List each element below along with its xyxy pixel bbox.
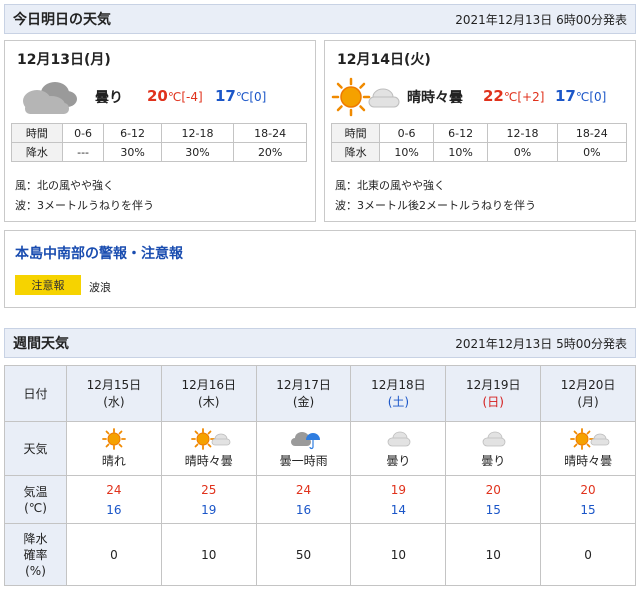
date-cell: 12月16日 (木) — [160, 365, 257, 422]
pop-cell: 0 — [540, 523, 636, 586]
today-tomorrow-issued: 2021年12月13日 6時00分発表 — [455, 12, 627, 27]
day-date: 12月13日(月) — [17, 52, 111, 68]
table-row: 降水 10% 10% 0% 0% — [330, 142, 628, 162]
cloud-icon — [387, 431, 411, 447]
table-row: 日付 12月15日 (水) 12月16日 (木) 12月17日 (金) 12月18日(… — [4, 365, 636, 422]
rain-cell: 0% — [556, 142, 628, 162]
cloud-umbrella-icon — [290, 432, 320, 450]
time-header: 時間 — [11, 123, 63, 143]
pop-cell: 0 — [66, 523, 162, 586]
rain-cell: 30% — [160, 142, 235, 162]
rain-cell: 0% — [487, 142, 558, 162]
date-cell: 12月17日 (金) — [255, 365, 352, 422]
time-cell: 0-6 — [379, 123, 434, 143]
time-cell: 12-18 — [487, 123, 558, 143]
date-row-header: 日付 — [4, 365, 67, 422]
weather-cell: 曇り — [445, 421, 542, 476]
rain-cell: 10% — [379, 142, 434, 162]
table-row: 降水 --- 30% 30% 20% — [11, 142, 307, 162]
weekly-issued: 2021年12月13日 5時00分発表 — [455, 336, 627, 351]
pop-cell: 10 — [350, 523, 447, 586]
time-cell: 0-6 — [61, 123, 105, 143]
weather-cell: 曇り — [350, 421, 447, 476]
temp-cell: 24 16 — [255, 475, 352, 524]
temp-row-header: 気温 (℃) — [4, 475, 67, 524]
day-panel-tomorrow: 12月14日(火) 晴時々曇 22℃[+2] 17℃[0] 時間 0-6 6-1… — [324, 40, 636, 222]
pop-row-header: 降水 確率 (%) — [4, 523, 67, 586]
cloudy-icon — [23, 82, 77, 114]
day-weather-label: 晴時々曇 — [407, 90, 463, 106]
sun-cloud-icon — [331, 77, 400, 117]
time-cell: 6-12 — [103, 123, 162, 143]
pop-cell: 50 — [255, 523, 352, 586]
time-cell: 12-18 — [160, 123, 235, 143]
rain-header: 降水 — [330, 142, 381, 162]
table-row: 降水 確率 (%) 0 10 50 10 10 0 — [4, 523, 636, 586]
weather-cell: 晴れ — [66, 421, 162, 476]
advisory-badge: 注意報 — [15, 275, 81, 295]
temp-cell: 19 14 — [350, 475, 447, 524]
temp-cell: 24 16 — [66, 475, 162, 524]
wind-text: 風：北の風やや強く — [15, 179, 114, 192]
weather-cell: 曇一時雨 — [255, 421, 352, 476]
weekly-header: 週間天気 2021年12月13日 5時00分発表 — [4, 328, 636, 358]
rain-cell: 20% — [233, 142, 307, 162]
weekly-title: 週間天気 — [13, 336, 69, 352]
time-header: 時間 — [330, 123, 381, 143]
weather-cell: 晴時々曇 — [160, 421, 257, 476]
high-temp: 22℃[+2] — [483, 87, 545, 105]
day-weather-label: 曇り — [95, 90, 123, 106]
pop-cell: 10 — [160, 523, 257, 586]
rain-chance-table: 時間 0-6 6-12 12-18 18-24 降水 --- 30% 30% 2… — [11, 123, 307, 162]
wave-text: 波：3メートル後2メートルうねりを伴う — [335, 199, 536, 212]
date-cell: 12月20日 (月) — [540, 365, 636, 422]
time-cell: 18-24 — [233, 123, 307, 143]
rain-cell: --- — [61, 142, 105, 162]
table-row: 時間 0-6 6-12 12-18 18-24 — [11, 123, 307, 143]
wave-text: 波：3メートルうねりを伴う — [15, 199, 154, 212]
rain-cell: 10% — [432, 142, 489, 162]
sun-cloud-icon — [190, 428, 231, 450]
rain-cell: 30% — [103, 142, 162, 162]
time-cell: 6-12 — [432, 123, 489, 143]
temp-cell: 20 15 — [540, 475, 636, 524]
table-row: 気温 (℃) 24 16 25 19 24 16 19 14 20 15 20 15 — [4, 475, 636, 524]
table-row: 時間 0-6 6-12 12-18 18-24 — [330, 123, 628, 143]
low-temp: 17℃[0] — [215, 87, 267, 105]
sun-cloud-icon — [570, 428, 610, 450]
low-temp: 17℃[0] — [555, 87, 607, 105]
cloud-icon — [482, 431, 506, 447]
warning-area-link[interactable]: 本島中南部の警報・注意報 — [15, 243, 183, 263]
weekly-table: 日付 12月15日 (水) 12月16日 (木) 12月17日 (金) 12月18日(… — [4, 365, 636, 586]
temp-cell: 25 19 — [160, 475, 257, 524]
date-cell: 12月15日 (水) — [66, 365, 162, 422]
date-cell: 12月18日 (土) — [350, 365, 447, 422]
high-temp: 20℃[-4] — [147, 87, 203, 105]
weather-cell: 晴時々曇 — [540, 421, 636, 476]
rain-chance-table: 時間 0-6 6-12 12-18 18-24 降水 10% 10% 0% 0% — [330, 123, 628, 162]
today-tomorrow-header: 今日明日の天気 2021年12月13日 6時00分発表 — [4, 4, 636, 34]
advisory-type: 波浪 — [89, 281, 111, 294]
rain-header: 降水 — [11, 142, 63, 162]
time-cell: 18-24 — [556, 123, 628, 143]
day-panel-today: 12月13日(月) 曇り 20℃[-4] 17℃[0] 時間 0-6 6-12 … — [4, 40, 316, 222]
date-cell: 12月19日 (日) — [445, 365, 542, 422]
day-date: 12月14日(火) — [337, 52, 431, 68]
table-row: 天気 晴れ 晴時々曇 曇一時雨 曇り 曇り 晴時々曇 — [4, 421, 636, 476]
warning-panel: 本島中南部の警報・注意報 注意報 波浪 — [4, 230, 636, 308]
sun-icon — [102, 428, 126, 450]
pop-cell: 10 — [445, 523, 542, 586]
temp-cell: 20 15 — [445, 475, 542, 524]
today-tomorrow-title: 今日明日の天気 — [13, 12, 111, 28]
weather-row-header: 天気 — [4, 421, 67, 476]
wind-text: 風：北東の風やや強く — [335, 179, 445, 192]
